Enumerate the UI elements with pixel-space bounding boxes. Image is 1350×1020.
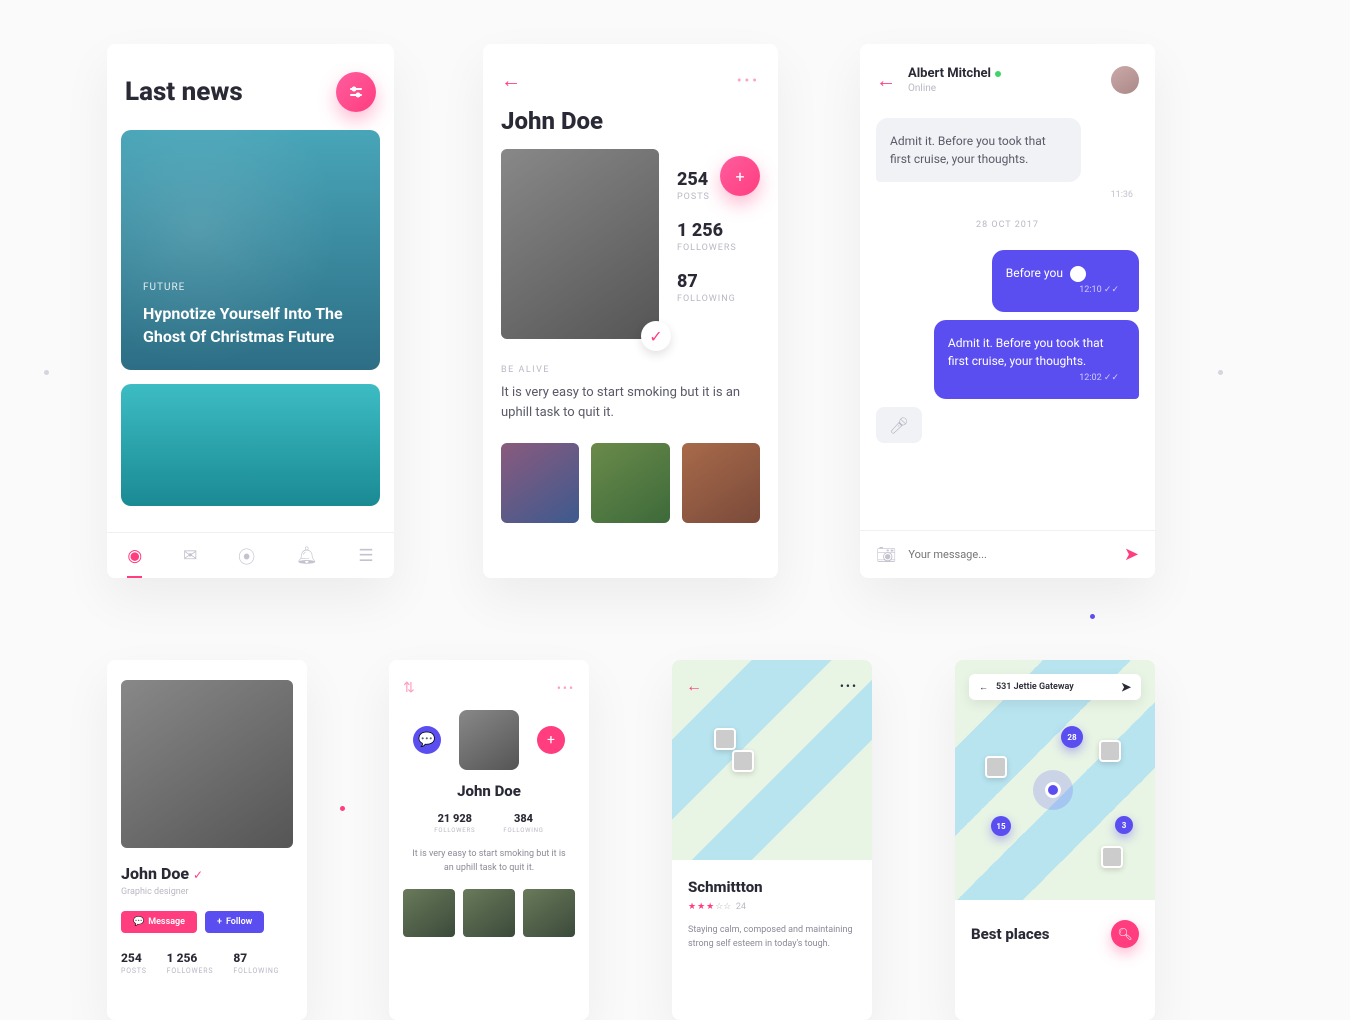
profile-name: John Doe <box>403 782 575 800</box>
map-thumb[interactable] <box>732 750 754 772</box>
nav-compass-icon[interactable]: ◉ <box>127 546 142 578</box>
camera-icon[interactable]: 📷︎ <box>876 545 896 564</box>
screen-last-news: Last news FUTURE Hypnotize Yourself Into… <box>107 44 394 578</box>
screen-map: ← 531 Jettie Gateway ➤ 28 15 3 Best plac… <box>955 660 1155 1020</box>
map-thumb[interactable] <box>1101 846 1123 868</box>
search-button[interactable]: 🔍︎ <box>1111 920 1139 948</box>
secondary-card[interactable] <box>121 384 380 506</box>
chat-button[interactable]: 💬 <box>413 726 441 754</box>
screen-chat: ← Albert Mitchel Online Admit it. Before… <box>860 44 1155 578</box>
decorative-dot <box>1218 370 1223 375</box>
bio-kicker: BE ALIVE <box>501 365 760 375</box>
place-desc: Staying calm, composed and maintaining s… <box>688 924 856 952</box>
map-pin[interactable]: 15 <box>991 816 1011 836</box>
message-in: Admit it. Before you took that first cru… <box>876 118 1081 182</box>
profile-photo <box>121 680 293 848</box>
profile-name: John Doe <box>501 107 760 135</box>
chat-status: Online <box>908 83 1099 94</box>
online-dot-icon <box>995 71 1001 77</box>
profile-role: Graphic designer <box>121 887 293 897</box>
message-out: Admit it. Before you took that first cru… <box>934 320 1139 400</box>
decorative-dot <box>340 806 345 811</box>
decorative-dot <box>44 370 49 375</box>
more-icon[interactable]: ••• <box>557 681 575 695</box>
map-thumb[interactable] <box>985 756 1007 778</box>
more-icon[interactable]: ••• <box>737 73 760 89</box>
map-pin[interactable]: 28 <box>1061 726 1083 748</box>
add-button[interactable]: + <box>537 726 565 754</box>
verified-icon: ✓ <box>193 868 203 882</box>
feature-card[interactable]: FUTURE Hypnotize Yourself Into The Ghost… <box>121 130 380 370</box>
nav-pin-icon[interactable]: ⦿ <box>238 543 255 568</box>
message-out: Before you 12:10 ✓✓ <box>992 250 1139 312</box>
map-thumb[interactable] <box>1099 740 1121 762</box>
map[interactable]: ← 531 Jettie Gateway ➤ 28 15 3 <box>955 660 1155 900</box>
section-title: Best places <box>971 925 1049 943</box>
nav-bell-icon[interactable]: 🔔︎ <box>296 546 318 566</box>
bottom-nav: ◉ ✉ ⦿ 🔔︎ ☰ <box>107 532 394 578</box>
thumb[interactable] <box>463 889 515 937</box>
avatar <box>459 710 519 770</box>
follow-button[interactable]: + Follow <box>205 911 264 933</box>
page-title: Last news <box>125 77 243 107</box>
thumb[interactable] <box>523 889 575 937</box>
back-icon[interactable]: ← <box>686 676 702 696</box>
screen-profile: ← ••• John Doe + ✓ 254POSTS 1 256FOLLOWE… <box>483 44 778 578</box>
message-time: 11:36 <box>876 188 1139 200</box>
place-name: Schmittton <box>688 878 856 896</box>
filter-button[interactable] <box>336 72 376 112</box>
thumb[interactable] <box>591 443 669 523</box>
profile-name: John Doe <box>121 864 189 883</box>
screen-profile-centered: ⇅ ••• 💬 + John Doe 21 928FOLLOWERS 384FO… <box>389 660 589 1020</box>
filter-icon[interactable]: ⇅ <box>403 680 415 696</box>
verified-badge: ✓ <box>641 321 671 351</box>
date-divider: 28 OCT 2017 <box>876 220 1139 230</box>
address: 531 Jettie Gateway <box>996 682 1074 692</box>
emoji-icon <box>1070 266 1086 282</box>
search-bar[interactable]: ← 531 Jettie Gateway ➤ <box>969 674 1141 700</box>
thumb[interactable] <box>501 443 579 523</box>
photo-thumbs <box>501 443 760 523</box>
chat-name: Albert Mitchel <box>908 66 991 81</box>
avatar[interactable] <box>1111 66 1139 94</box>
more-icon[interactable]: ••• <box>840 679 858 693</box>
feature-title: Hypnotize Yourself Into The Ghost Of Chr… <box>143 303 358 348</box>
screen-place: ← ••• ➤ Schmittton ★★★☆☆ 24 Staying calm… <box>672 660 872 1020</box>
photo-thumbs <box>403 889 575 937</box>
map-pin[interactable]: 3 <box>1115 816 1133 834</box>
message-button[interactable]: 💬 Message <box>121 911 197 933</box>
message-input[interactable] <box>908 548 1112 561</box>
feature-category: FUTURE <box>143 282 358 293</box>
thumb[interactable] <box>403 889 455 937</box>
decorative-dot <box>1090 614 1095 619</box>
thumb[interactable] <box>682 443 760 523</box>
map[interactable]: ← ••• <box>672 660 872 860</box>
back-icon[interactable]: ← <box>979 682 988 693</box>
voice-button[interactable]: 🎤︎ <box>876 407 922 443</box>
send-icon[interactable]: ➤ <box>1124 544 1139 565</box>
profile-photo: ✓ <box>501 149 659 339</box>
back-icon[interactable]: ← <box>107 686 109 711</box>
nav-mail-icon[interactable]: ✉ <box>183 546 197 566</box>
nav-menu-icon[interactable]: ☰ <box>358 546 373 566</box>
bio-text: It is very easy to start smoking but it … <box>501 383 760 423</box>
add-button[interactable]: + <box>720 156 760 196</box>
back-icon[interactable]: ← <box>876 68 896 93</box>
bio-text: It is very easy to start smoking but it … <box>403 848 575 875</box>
location-icon[interactable]: ➤ <box>1121 680 1131 694</box>
rating: ★★★☆☆ 24 <box>688 902 856 912</box>
back-icon[interactable]: ← <box>501 68 521 93</box>
map-thumb[interactable] <box>714 728 736 750</box>
screen-profile-compact: ← John Doe ✓ Graphic designer 💬 Message +… <box>107 660 307 1020</box>
my-location <box>1033 770 1073 810</box>
